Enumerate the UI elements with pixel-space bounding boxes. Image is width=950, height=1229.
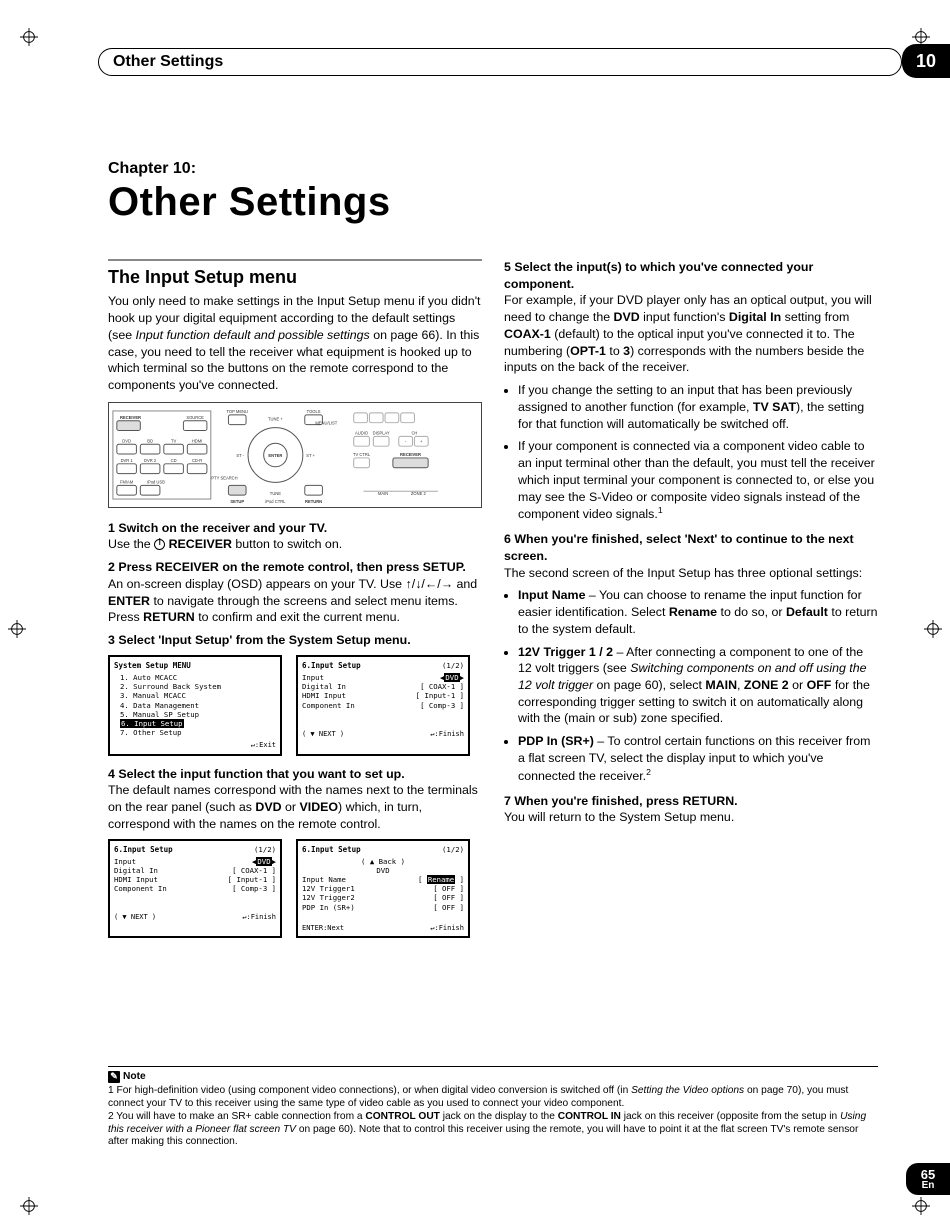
pencil-icon: ✎ xyxy=(108,1071,120,1083)
svg-text:TUNE +: TUNE + xyxy=(268,416,283,421)
crop-mark-icon xyxy=(20,1197,38,1215)
right-column: 5 Select the input(s) to which you've co… xyxy=(504,259,878,948)
svg-text:TOOLS: TOOLS xyxy=(307,409,321,414)
svg-text:ENTER: ENTER xyxy=(268,453,282,458)
crop-mark-icon xyxy=(8,620,26,638)
osd-input-setup-3: 6.Input Setup(1/2) ( ▲ Back )DVD Input N… xyxy=(296,839,470,939)
svg-text:DVR 2: DVR 2 xyxy=(144,458,157,463)
svg-text:iPod CTRL: iPod CTRL xyxy=(265,499,286,504)
svg-text:ST +: ST + xyxy=(306,453,315,458)
arrow-left-icon: ← xyxy=(425,576,437,593)
svg-text:iPod USB: iPod USB xyxy=(147,479,165,484)
step-7: 7 When you're finished, press RETURN. Yo… xyxy=(504,793,878,826)
osd-input-setup-1: 6.Input Setup(1/2) Input◀DVD▶Digital In[… xyxy=(296,655,470,756)
footnote-2: 2 You will have to make an SR+ cable con… xyxy=(108,1111,878,1149)
header: Other Settings xyxy=(98,48,902,76)
remote-diagram: RECEIVER SOURCE DVD BD TV HDMI DVR 1 DVR… xyxy=(108,402,482,508)
chapter-chip: 10 xyxy=(902,44,950,78)
section-rule xyxy=(108,259,482,261)
arrow-down-icon: ↓ xyxy=(415,576,421,593)
arrow-up-icon: ↑ xyxy=(406,576,412,593)
chapter-title: Other Settings xyxy=(108,180,878,225)
crop-mark-icon xyxy=(924,620,942,638)
svg-text:RECEIVER: RECEIVER xyxy=(400,452,421,457)
svg-text:RECEIVER: RECEIVER xyxy=(120,414,141,419)
svg-text:SOURCE: SOURCE xyxy=(186,414,204,419)
svg-text:CH: CH xyxy=(411,430,417,435)
svg-text:+: + xyxy=(420,439,423,444)
svg-text:TV CTRL: TV CTRL xyxy=(353,452,371,457)
arrow-right-icon: → xyxy=(441,576,453,593)
svg-text:BD: BD xyxy=(147,438,153,443)
svg-text:CD-R: CD-R xyxy=(192,458,202,463)
step-6-bullet-3: PDP In (SR+) – To control certain functi… xyxy=(518,733,878,784)
header-title: Other Settings xyxy=(98,48,902,76)
svg-text:RETURN: RETURN xyxy=(305,499,322,504)
section-title: The Input Setup menu xyxy=(108,265,482,289)
svg-text:FM/AM: FM/AM xyxy=(120,479,134,484)
step-6-bullet-2: 12V Trigger 1 / 2 – After connecting a c… xyxy=(518,644,878,728)
power-icon xyxy=(154,539,165,550)
osd-input-setup-2: 6.Input Setup(1/2) Input◀DVD▶Digital In[… xyxy=(108,839,282,939)
footnotes: ✎Note 1 For high-definition video (using… xyxy=(108,1066,878,1150)
crop-mark-icon xyxy=(20,28,38,46)
step-5: 5 Select the input(s) to which you've co… xyxy=(504,259,878,376)
svg-text:TV: TV xyxy=(171,438,177,443)
svg-text:-: - xyxy=(405,439,407,444)
svg-text:TOP MENU: TOP MENU xyxy=(226,409,248,414)
step-6: 6 When you're finished, select 'Next' to… xyxy=(504,531,878,581)
svg-text:CD: CD xyxy=(171,458,177,463)
step-4: 4 Select the input function that you wan… xyxy=(108,766,482,833)
note-label: ✎Note xyxy=(108,1071,146,1084)
left-column: The Input Setup menu You only need to ma… xyxy=(108,259,482,948)
svg-text:SETUP: SETUP xyxy=(230,499,244,504)
step-5-bullet-1: If you change the setting to an input th… xyxy=(518,382,878,432)
step-6-bullet-1: Input Name – You can choose to rename th… xyxy=(518,587,878,637)
svg-text:MENU/LIST: MENU/LIST xyxy=(315,420,337,425)
crop-mark-icon xyxy=(912,1197,930,1215)
svg-text:PTY SEARCH: PTY SEARCH xyxy=(211,475,237,480)
step-5-bullet-2: If your component is connected via a com… xyxy=(518,438,878,523)
svg-text:DVR 1: DVR 1 xyxy=(121,458,134,463)
svg-text:AUDIO: AUDIO xyxy=(355,430,368,435)
svg-text:DVD: DVD xyxy=(122,438,131,443)
step-1: 1 Switch on the receiver and your TV. Us… xyxy=(108,520,482,553)
svg-text:ST -: ST - xyxy=(236,453,244,458)
page-content: Chapter 10: Other Settings The Input Set… xyxy=(108,160,878,948)
footnote-1: 1 For high-definition video (using compo… xyxy=(108,1085,878,1111)
osd-system-setup: System Setup MENU 1. Auto MCACC2. Surrou… xyxy=(108,655,282,756)
svg-text:MAIN: MAIN xyxy=(378,491,388,496)
page-number-chip: 65 En xyxy=(906,1163,950,1195)
svg-text:TUNE: TUNE xyxy=(270,491,281,496)
step-3: 3 Select 'Input Setup' from the System S… xyxy=(108,632,482,649)
svg-text:ZONE 2: ZONE 2 xyxy=(411,491,427,496)
intro-paragraph: You only need to make settings in the In… xyxy=(108,293,482,393)
svg-text:HDMI: HDMI xyxy=(192,438,203,443)
chapter-label: Chapter 10: xyxy=(108,160,878,178)
svg-text:DISPLAY: DISPLAY xyxy=(373,430,390,435)
step-2: 2 Press RECEIVER on the remote control, … xyxy=(108,559,482,626)
